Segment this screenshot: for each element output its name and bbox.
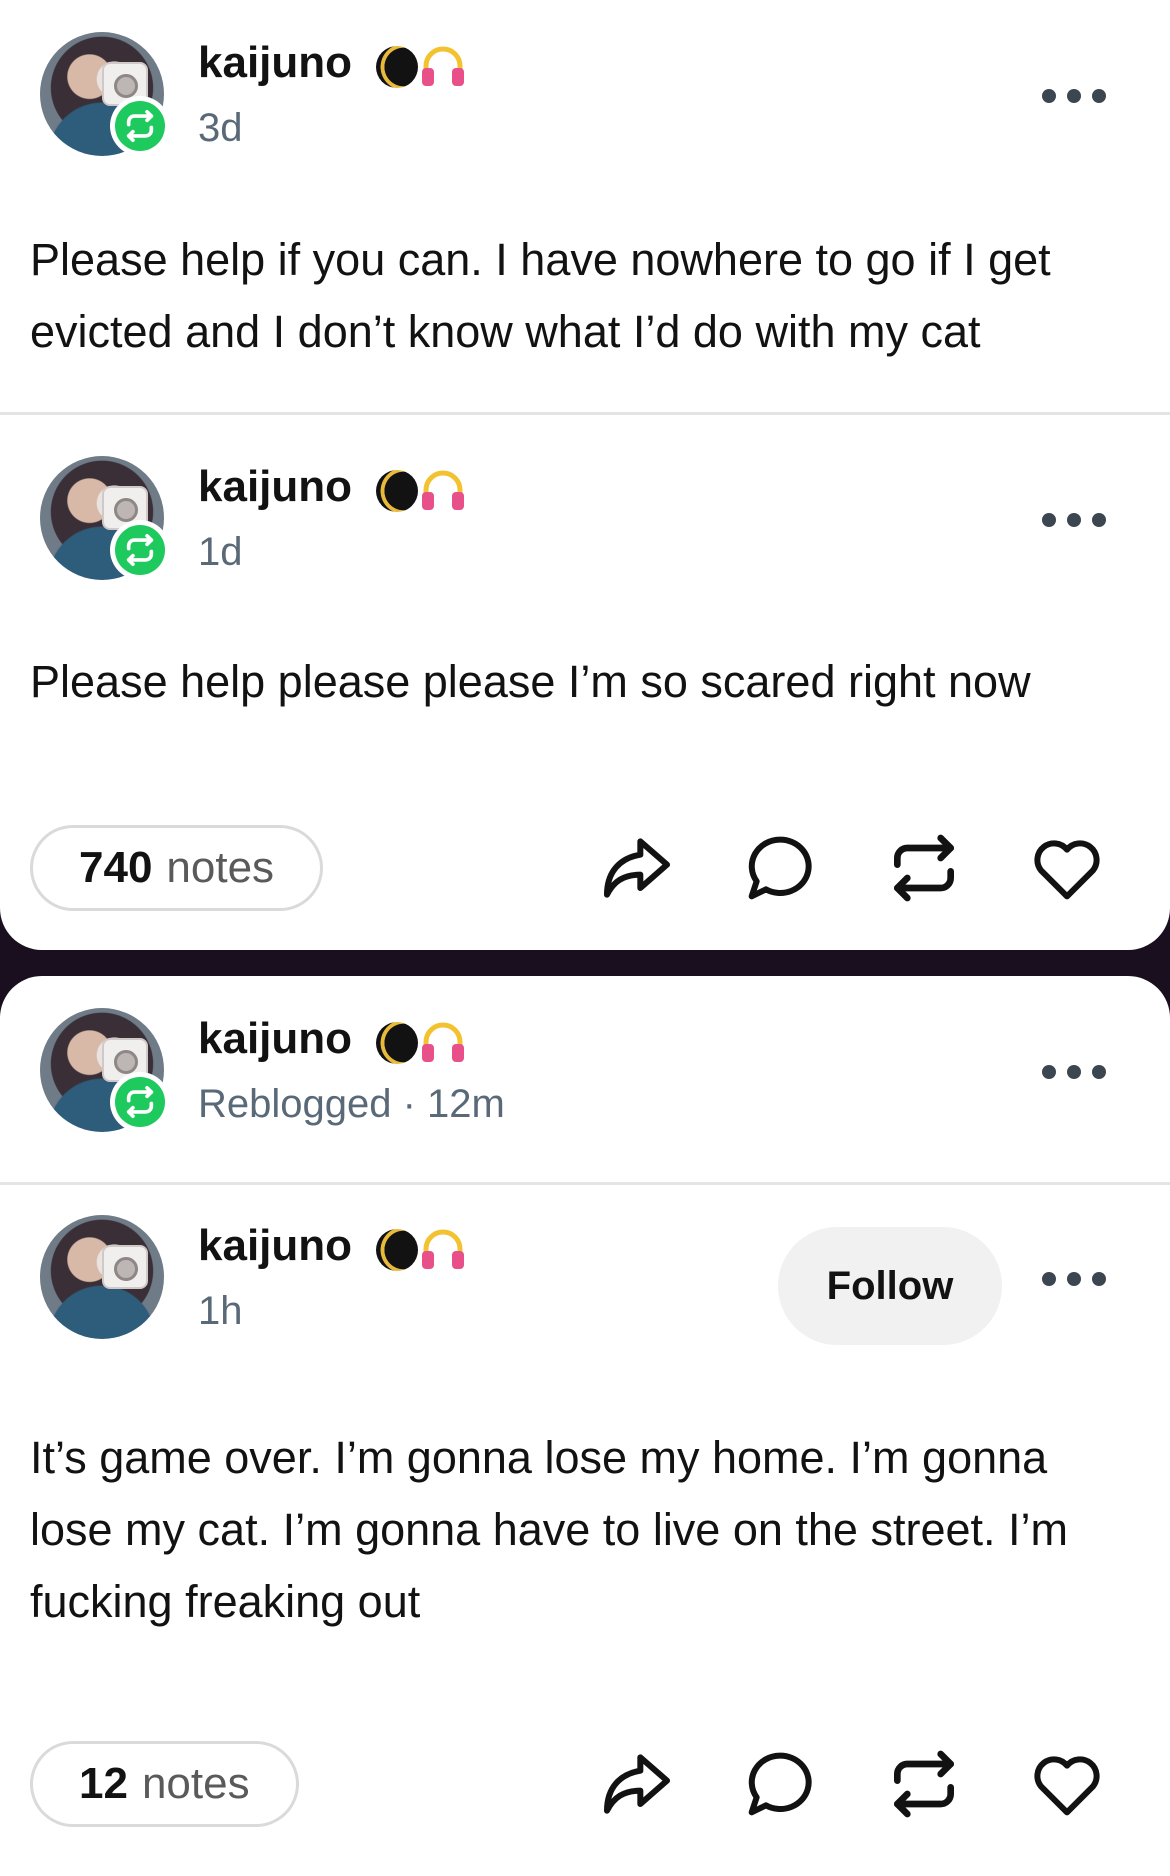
notes-count: 740: [79, 843, 153, 892]
new-moon-icon: [376, 1022, 418, 1064]
username[interactable]: kaijuno: [198, 1014, 352, 1064]
reblog-icon: [126, 533, 154, 567]
headphones-icon: [422, 46, 464, 86]
more-options-icon[interactable]: [1042, 84, 1106, 108]
username[interactable]: kaijuno: [198, 1221, 352, 1271]
new-moon-icon: [376, 46, 418, 88]
post-timestamp: 1d: [198, 530, 243, 574]
camera-icon: [102, 1245, 148, 1289]
like-icon[interactable]: [1027, 828, 1107, 908]
headphones-icon: [422, 1229, 464, 1269]
post-header: kaijuno 1d: [0, 424, 1170, 580]
new-moon-icon: [376, 1229, 418, 1271]
post-text: Please help please please I’m so scared …: [30, 656, 1031, 707]
notes-button[interactable]: 12 notes: [30, 1741, 299, 1827]
reblog-icon[interactable]: [884, 1744, 964, 1824]
follow-button[interactable]: Follow: [778, 1227, 1002, 1345]
notes-count: 12: [79, 1759, 128, 1808]
new-moon-icon: [376, 470, 418, 512]
notes-label: notes: [166, 843, 275, 892]
notes-button[interactable]: 740 notes: [30, 825, 324, 911]
post-text: Please help if you can. I have nowhere t…: [30, 234, 1051, 357]
reblog-badge: [110, 96, 170, 156]
post-timestamp: 3d: [198, 106, 243, 150]
avatar[interactable]: [40, 1215, 164, 1339]
post-timestamp: 1h: [198, 1289, 243, 1333]
reply-icon[interactable]: [740, 1744, 820, 1824]
more-options-icon[interactable]: [1042, 1060, 1106, 1084]
like-icon[interactable]: [1027, 1744, 1107, 1824]
reblog-badge: [110, 520, 170, 580]
more-options-icon[interactable]: [1042, 1267, 1106, 1291]
reply-icon[interactable]: [740, 828, 820, 908]
headphones-icon: [422, 470, 464, 510]
post-header: kaijuno 3d: [0, 0, 1170, 156]
divider: [0, 412, 1170, 415]
share-icon[interactable]: [597, 828, 677, 908]
reblog-badge: [110, 1072, 170, 1132]
username[interactable]: kaijuno: [198, 38, 352, 88]
reblog-icon[interactable]: [884, 828, 964, 908]
reblog-meta: Reblogged · 12m: [198, 1082, 505, 1126]
post-card: kaijuno 3d Please help if you can. I hav…: [0, 0, 1170, 950]
post-header: kaijuno Reblogged · 12m: [0, 976, 1170, 1132]
more-options-icon[interactable]: [1042, 508, 1106, 532]
notes-label: notes: [141, 1759, 250, 1808]
share-icon[interactable]: [597, 1744, 677, 1824]
post-text: It’s game over. I’m gonna lose my home. …: [30, 1432, 1068, 1627]
headphones-icon: [422, 1022, 464, 1062]
post-card: kaijuno Reblogged · 12m kaijuno 1h It’s …: [0, 976, 1170, 1876]
reblog-icon: [126, 109, 154, 143]
username[interactable]: kaijuno: [198, 462, 352, 512]
reblog-icon: [126, 1085, 154, 1119]
